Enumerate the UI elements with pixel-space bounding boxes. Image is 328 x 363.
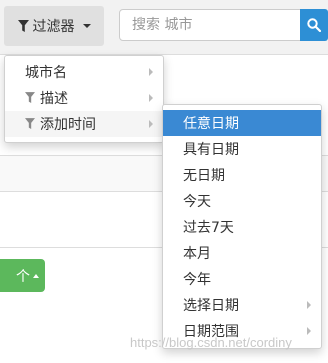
- date-option-has-date[interactable]: 具有日期: [163, 136, 321, 162]
- page-size-label: 个: [16, 268, 30, 285]
- menu-item-label: 本月: [183, 246, 211, 262]
- filter-menu: 城市名 描述 添加时间: [4, 55, 164, 143]
- menu-item-label: 描述: [40, 91, 68, 107]
- menu-item-label: 今天: [183, 194, 211, 210]
- search-placeholder: 搜索 城市: [132, 17, 193, 33]
- filter-button-label: 过滤器: [32, 19, 75, 35]
- date-option-last-7-days[interactable]: 过去7天: [163, 214, 321, 240]
- funnel-icon: [17, 19, 29, 32]
- filter-menu-item-description[interactable]: 描述: [5, 85, 163, 111]
- menu-item-label: 无日期: [183, 168, 225, 184]
- search-button[interactable]: [300, 9, 328, 41]
- filter-menu-item-city[interactable]: 城市名: [5, 59, 163, 85]
- date-option-today[interactable]: 今天: [163, 188, 321, 214]
- chevron-right-icon: [307, 301, 311, 309]
- date-option-this-month[interactable]: 本月: [163, 240, 321, 266]
- filter-dropdown-button[interactable]: 过滤器: [4, 6, 104, 46]
- search-icon: [307, 18, 321, 32]
- chevron-right-icon: [149, 120, 153, 128]
- menu-item-label: 过去7天: [183, 220, 234, 236]
- page-size-button[interactable]: 个: [0, 259, 45, 292]
- date-filter-submenu: 任意日期 具有日期 无日期 今天 过去7天 本月 今年 选择日期 日期范围: [162, 104, 322, 349]
- menu-item-label: 城市名: [25, 65, 67, 81]
- date-option-any[interactable]: 任意日期: [163, 110, 321, 136]
- chevron-right-icon: [149, 68, 153, 76]
- menu-item-label: 添加时间: [40, 117, 96, 133]
- caret-up-icon: [33, 273, 39, 278]
- menu-item-label: 今年: [183, 272, 211, 288]
- watermark-text: https://blog.csdn.net/cordiny: [130, 335, 292, 350]
- date-option-this-year[interactable]: 今年: [163, 266, 321, 292]
- filter-menu-item-added-time[interactable]: 添加时间: [5, 111, 163, 137]
- funnel-icon: [25, 92, 35, 103]
- funnel-icon: [25, 118, 35, 129]
- menu-item-label: 选择日期: [183, 298, 239, 314]
- chevron-right-icon: [307, 327, 311, 335]
- chevron-down-icon: [82, 24, 91, 28]
- chevron-right-icon: [149, 94, 153, 102]
- date-option-pick-date[interactable]: 选择日期: [163, 292, 321, 318]
- menu-item-label: 任意日期: [183, 116, 239, 132]
- menu-item-label: 具有日期: [183, 142, 239, 158]
- search-input[interactable]: 搜索 城市: [119, 9, 301, 41]
- date-option-no-date[interactable]: 无日期: [163, 162, 321, 188]
